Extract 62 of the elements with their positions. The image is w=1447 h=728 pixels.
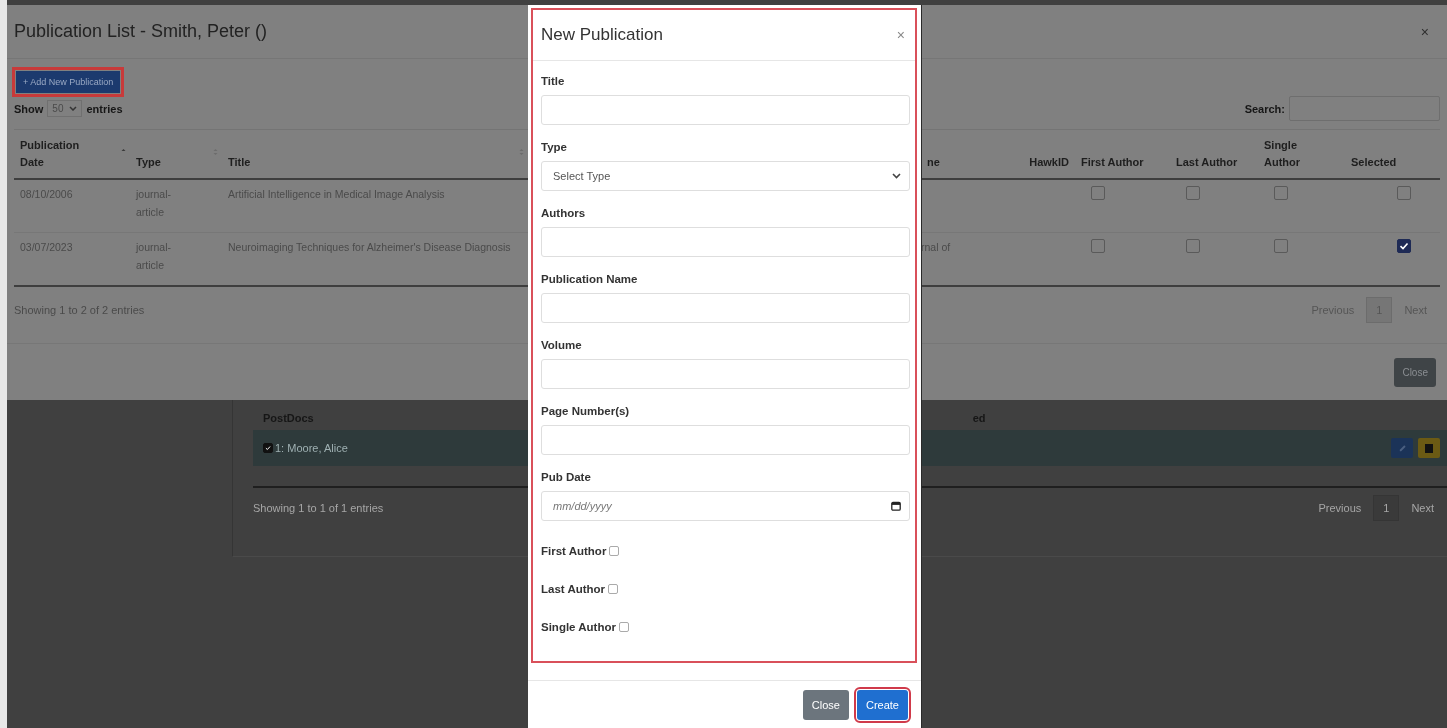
checkbox[interactable] <box>1091 239 1105 253</box>
field-label: Publication Name <box>541 273 639 285</box>
modal-title: Publication List - Smith, Peter () <box>14 21 268 42</box>
text-field[interactable] <box>541 227 910 257</box>
column-header[interactable]: ne <box>927 153 940 170</box>
checkbox[interactable] <box>1396 239 1411 253</box>
close-button[interactable]: × <box>892 27 909 43</box>
checkbox[interactable] <box>1396 186 1411 200</box>
create-button[interactable]: Create <box>856 689 908 720</box>
text-field[interactable] <box>541 293 910 323</box>
dialog-title: New Publication <box>541 25 663 45</box>
checkmark-icon <box>1398 241 1409 251</box>
field-label: Title <box>541 75 566 87</box>
field-label: Page Number(s) <box>541 405 631 417</box>
checkbox[interactable] <box>1274 186 1288 200</box>
close-button[interactable]: Close <box>802 689 849 720</box>
close-button[interactable]: × <box>1416 23 1433 40</box>
field-label: Pub Date <box>541 471 592 483</box>
checkbox-label: Last Author <box>541 583 606 595</box>
edit-button[interactable] <box>1391 438 1413 458</box>
column-header[interactable]: First Author <box>1081 153 1144 170</box>
page-number[interactable]: 1 <box>1373 495 1400 521</box>
text-field[interactable] <box>541 95 910 125</box>
checkbox-label: First Author <box>541 545 607 557</box>
type-select[interactable]: Select Type <box>541 161 910 191</box>
column-header[interactable]: Selected <box>1351 153 1397 170</box>
text-field[interactable] <box>541 359 910 389</box>
checkmark-icon <box>265 445 271 451</box>
close-button[interactable]: Close <box>1394 357 1436 387</box>
delete-button[interactable] <box>1418 438 1440 458</box>
field-label: Type <box>541 141 568 153</box>
checkbox-label: Single Author <box>541 621 616 633</box>
column-header[interactable]: Type <box>136 153 161 170</box>
trash-icon <box>1425 443 1433 453</box>
table-cell-text: 1: Moore, Alice <box>275 442 349 454</box>
entries-info: Showing 1 to 1 of 1 entries <box>253 502 384 514</box>
calendar-icon[interactable] <box>891 501 901 511</box>
column-header[interactable]: HawkID <box>1029 153 1069 170</box>
chevron-down-icon <box>892 173 901 179</box>
date-field[interactable]: mm/dd/yyyy <box>541 491 910 521</box>
column-header[interactable]: Single Author <box>1264 137 1334 170</box>
checkbox[interactable] <box>263 443 273 453</box>
chevron-down-icon <box>69 106 78 111</box>
checkbox[interactable] <box>1186 239 1200 253</box>
pencil-icon <box>1397 443 1407 453</box>
column-header[interactable]: Publication Date <box>20 137 90 170</box>
checkbox[interactable] <box>618 622 629 632</box>
text-field[interactable] <box>541 425 910 455</box>
entries-label: entries <box>86 102 123 115</box>
checkbox[interactable] <box>1274 239 1288 253</box>
checkbox[interactable] <box>609 546 620 556</box>
column-header[interactable]: Last Author <box>1176 153 1238 170</box>
field-label: Authors <box>541 207 587 219</box>
search-label: Search: <box>1244 102 1285 115</box>
column-header[interactable]: Title <box>228 153 251 170</box>
previous-link[interactable]: Previous <box>1312 502 1368 514</box>
show-label: Show <box>14 102 44 115</box>
field-label: Volume <box>541 339 583 351</box>
checkbox[interactable] <box>1186 186 1200 200</box>
next-link[interactable]: Next <box>1405 502 1440 514</box>
checkbox[interactable] <box>608 584 619 594</box>
checkbox[interactable] <box>1091 186 1105 200</box>
